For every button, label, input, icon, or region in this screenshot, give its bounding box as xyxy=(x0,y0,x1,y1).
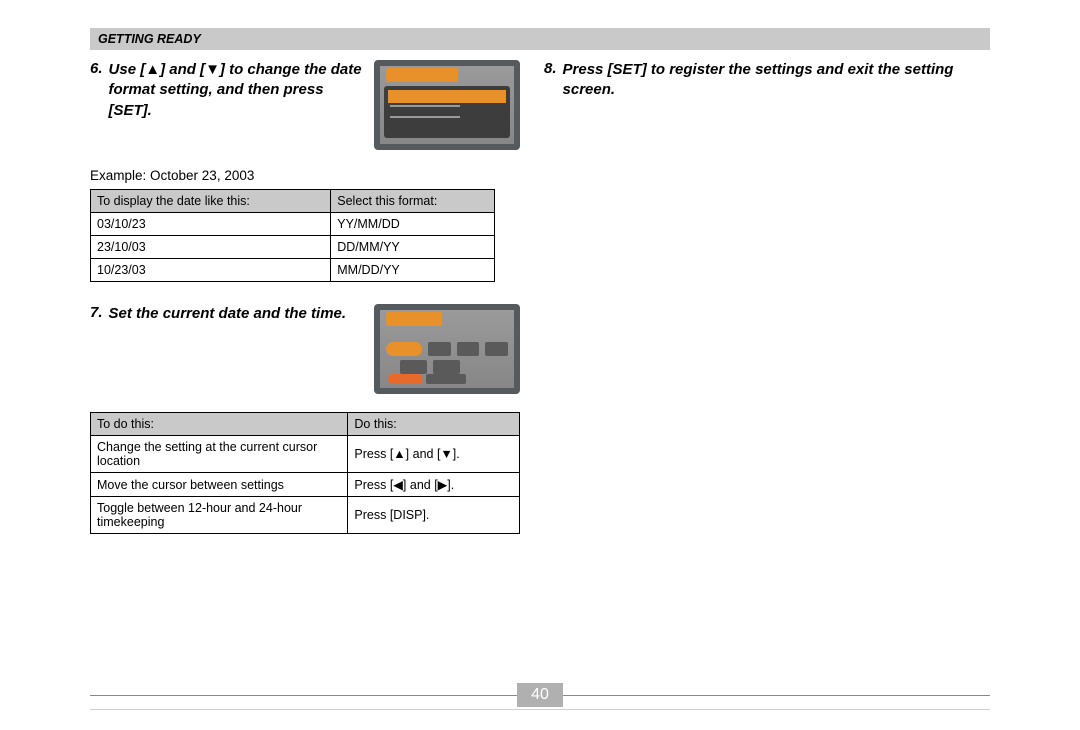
step-7-number: 7. xyxy=(90,304,103,321)
date-style-screenshot xyxy=(374,60,520,150)
up-triangle-icon: ▲ xyxy=(393,447,405,461)
step-8: 8. Press [SET] to register the settings … xyxy=(544,60,990,101)
step-7: 7. Set the current date and the time. xyxy=(90,304,520,394)
step-6-text: Use [▲] and [▼] to change the date forma… xyxy=(109,60,362,121)
step-6-number: 6. xyxy=(90,60,103,77)
page-content: GETTING READY 6. Use [▲] and [▼] to chan… xyxy=(0,0,1080,556)
table-header-cell: Do this: xyxy=(348,413,520,436)
left-triangle-icon: ◀ xyxy=(393,478,403,492)
table-row: Change the setting at the current cursor… xyxy=(91,436,520,473)
adjust-screenshot xyxy=(374,304,520,394)
step-7-text: Set the current date and the time. xyxy=(109,304,347,324)
right-column: 8. Press [SET] to register the settings … xyxy=(544,60,990,556)
page-footer: 40 xyxy=(0,683,1080,710)
step-8-text: Press [SET] to register the settings and… xyxy=(563,60,990,101)
table-row: 10/23/03 MM/DD/YY xyxy=(91,259,495,282)
down-triangle-icon: ▼ xyxy=(440,447,452,461)
example-text: Example: October 23, 2003 xyxy=(90,168,520,183)
table-cell: Press [◀] and [▶]. xyxy=(348,473,520,497)
step-6: 6. Use [▲] and [▼] to change the date fo… xyxy=(90,60,520,150)
table-header-cell: Select this format: xyxy=(331,190,495,213)
section-header: GETTING READY xyxy=(90,28,990,50)
left-column: 6. Use [▲] and [▼] to change the date fo… xyxy=(90,60,520,556)
table-row: 03/10/23 YY/MM/DD xyxy=(91,213,495,236)
table-header-row: To display the date like this: Select th… xyxy=(91,190,495,213)
table-header-row: To do this: Do this: xyxy=(91,413,520,436)
table-row: Move the cursor between settings Press [… xyxy=(91,473,520,497)
table-row: Toggle between 12-hour and 24-hour timek… xyxy=(91,497,520,534)
step-8-number: 8. xyxy=(544,60,557,77)
page-number: 40 xyxy=(517,683,563,707)
up-triangle-icon: ▲ xyxy=(145,61,160,78)
date-format-table: To display the date like this: Select th… xyxy=(90,189,495,282)
down-triangle-icon: ▼ xyxy=(205,61,220,78)
table-header-cell: To display the date like this: xyxy=(91,190,331,213)
controls-table: To do this: Do this: Change the setting … xyxy=(90,412,520,534)
table-cell: Press [▲] and [▼]. xyxy=(348,436,520,473)
table-header-cell: To do this: xyxy=(91,413,348,436)
table-row: 23/10/03 DD/MM/YY xyxy=(91,236,495,259)
right-triangle-icon: ▶ xyxy=(438,478,448,492)
two-column-layout: 6. Use [▲] and [▼] to change the date fo… xyxy=(90,60,990,556)
